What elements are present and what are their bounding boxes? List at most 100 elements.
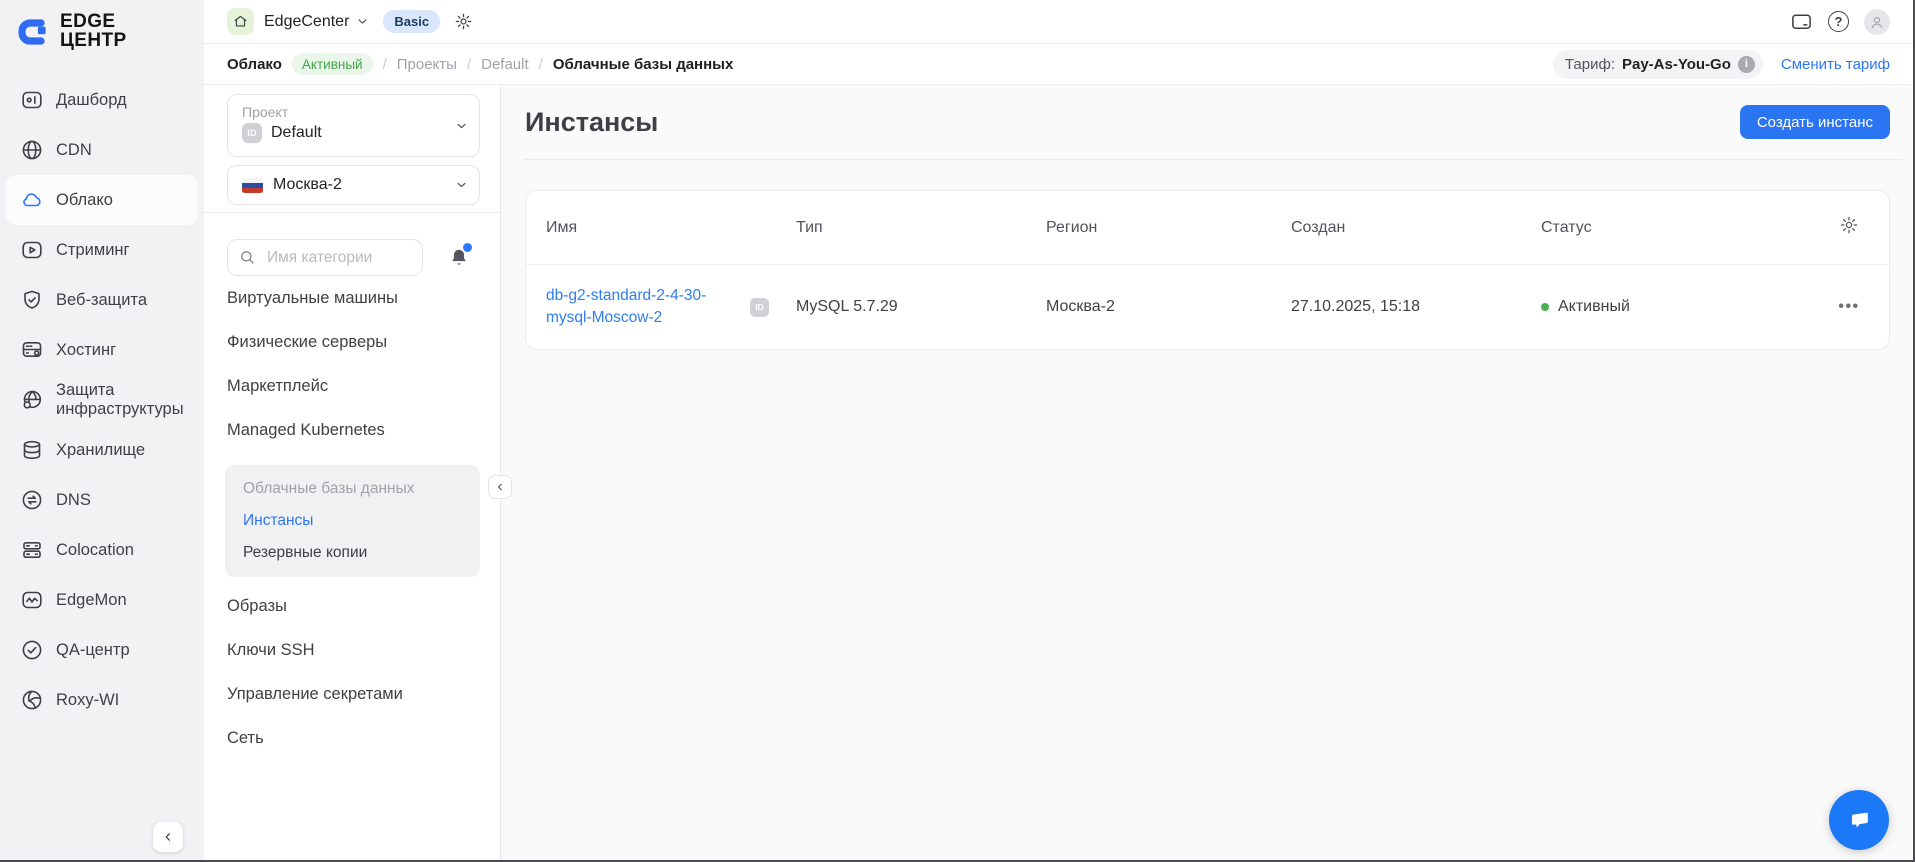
plan-badge[interactable]: Basic (383, 10, 440, 33)
app-window: EDGEЦЕНТР Дашборд CDN Облако Стриминг (0, 0, 1915, 862)
group-item-backups[interactable]: Резервные копии (243, 537, 480, 569)
brand-logo[interactable]: EDGEЦЕНТР (0, 0, 204, 51)
swirl-icon (20, 688, 44, 712)
table-settings-gear-icon[interactable] (1839, 215, 1859, 240)
instance-name-link[interactable]: db-g2-standard-2-4-30-mysql-Moscow-2 (546, 285, 736, 328)
region-select[interactable]: Москва-2 (227, 165, 480, 205)
category-bare-metal[interactable]: Физические серверы (227, 320, 500, 364)
instance-created: 27.10.2025, 15:18 (1291, 298, 1541, 316)
home-icon[interactable] (227, 8, 254, 35)
sidebar-item-roxy-wi[interactable]: Roxy-WI (6, 675, 198, 725)
play-icon (20, 238, 44, 262)
breadcrumb-separator: / (539, 56, 543, 73)
chevron-down-icon (454, 118, 469, 133)
main-content: Инстансы Создать инстанс Имя Тип Регион … (501, 85, 1915, 862)
project-select[interactable]: Проект ID Default (227, 94, 480, 157)
edgecenter-logo-icon (13, 13, 51, 51)
category-list: Виртуальные машины Физические серверы Ма… (227, 276, 500, 452)
column-status: Статус (1541, 219, 1825, 237)
breadcrumb-current: Облачные базы данных (553, 56, 734, 73)
dns-icon (20, 488, 44, 512)
globe-shield-icon (20, 388, 44, 412)
search-input[interactable] (265, 248, 412, 268)
racks-icon (20, 538, 44, 562)
topbar-right: ? (1790, 9, 1890, 35)
panel-divider (204, 212, 500, 213)
instance-type: MySQL 5.7.29 (796, 298, 1046, 316)
region-select-value: Москва-2 (273, 176, 342, 194)
brand-name: EDGEЦЕНТР (60, 13, 127, 50)
category-search[interactable] (227, 239, 423, 276)
monitor-wave-icon (20, 588, 44, 612)
globe-icon (20, 138, 44, 162)
tariff-area: Тариф: Pay-As-You-Go i Сменить тариф (1553, 50, 1890, 79)
sidebar-item-hosting[interactable]: Хостинг (6, 325, 198, 375)
billing-card-icon[interactable] (1790, 10, 1813, 33)
notification-dot (463, 243, 472, 252)
breadcrumb-separator: / (383, 56, 387, 73)
sidebar-item-cdn[interactable]: CDN (6, 125, 198, 175)
breadcrumb-projects[interactable]: Проекты (397, 56, 457, 73)
status-dot-icon (1541, 303, 1549, 311)
sidebar-item-edgemon[interactable]: EdgeMon (6, 575, 198, 625)
category-images[interactable]: Образы (227, 584, 500, 628)
sidebar-item-dashboard[interactable]: Дашборд (6, 75, 198, 125)
page-title: Инстансы (525, 107, 658, 138)
check-circle-icon (20, 638, 44, 662)
info-icon[interactable]: i (1738, 56, 1755, 73)
workspace-name[interactable]: EdgeCenter (264, 13, 349, 31)
sidebar-nav: Дашборд CDN Облако Стриминг Веб-защита Х… (0, 75, 204, 725)
chevron-down-icon (454, 178, 469, 193)
instances-table-card: Имя Тип Регион Создан Статус db-g2-stand… (525, 190, 1890, 350)
sidebar-item-infra-protection[interactable]: Защита инфраструктуры (6, 375, 198, 425)
group-item-instances[interactable]: Инстансы (243, 505, 480, 537)
category-secrets[interactable]: Управление секретами (227, 672, 500, 716)
category-network[interactable]: Сеть (227, 716, 500, 760)
sidebar-item-dns[interactable]: DNS (6, 475, 198, 525)
project-id-icon: ID (242, 123, 262, 143)
dashboard-icon (20, 88, 44, 112)
avatar[interactable] (1864, 9, 1890, 35)
chevron-down-icon[interactable] (355, 14, 370, 29)
database-icon (20, 438, 44, 462)
breadcrumb-bar: Облако Активный / Проекты / Default / Об… (204, 44, 1915, 85)
category-virtual-machines[interactable]: Виртуальные машины (227, 276, 500, 320)
tariff-pill: Тариф: Pay-As-You-Go i (1553, 50, 1763, 79)
cloud-panel-sidebar: Проект ID Default Москва-2 (204, 85, 501, 862)
category-search-row (227, 239, 480, 276)
sidebar-item-web-security[interactable]: Веб-защита (6, 275, 198, 325)
sidebar-item-cloud[interactable]: Облако (6, 175, 198, 225)
server-cloud-icon (20, 338, 44, 362)
sidebar-item-storage[interactable]: Хранилище (6, 425, 198, 475)
tariff-label: Тариф: (1565, 56, 1615, 73)
category-marketplace[interactable]: Маркетплейс (227, 364, 500, 408)
panel-collapse-button[interactable] (488, 475, 512, 499)
sidebar-item-qa-center[interactable]: QA-центр (6, 625, 198, 675)
help-icon[interactable]: ? (1828, 11, 1849, 32)
copy-id-icon[interactable]: ID (750, 298, 769, 317)
shield-check-icon (20, 288, 44, 312)
notifications-bell-icon[interactable] (447, 246, 471, 270)
group-item-cloud-databases[interactable]: Облачные базы данных (243, 473, 480, 505)
status-text: Активный (1558, 298, 1630, 316)
table-header: Имя Тип Регион Создан Статус (526, 191, 1889, 265)
status-badge: Активный (292, 53, 373, 75)
breadcrumb-section[interactable]: Облако (227, 56, 282, 73)
russia-flag-icon (242, 178, 263, 193)
create-instance-button[interactable]: Создать инстанс (1740, 105, 1890, 139)
category-managed-kubernetes[interactable]: Managed Kubernetes (227, 408, 500, 452)
cloud-icon (20, 188, 44, 212)
category-ssh-keys[interactable]: Ключи SSH (227, 628, 500, 672)
breadcrumb-default[interactable]: Default (481, 56, 529, 73)
workspace-column: EdgeCenter Basic ? Облако Активный / (204, 0, 1915, 862)
search-icon (238, 248, 257, 267)
sidebar-item-streaming[interactable]: Стриминг (6, 225, 198, 275)
instance-region: Москва-2 (1046, 298, 1291, 316)
chat-widget-button[interactable] (1829, 790, 1889, 850)
row-actions-menu-icon[interactable]: ••• (1838, 298, 1859, 316)
topbar: EdgeCenter Basic ? (204, 0, 1915, 44)
sidebar-collapse-button[interactable] (153, 822, 183, 852)
sidebar-item-colocation[interactable]: Colocation (6, 525, 198, 575)
change-tariff-link[interactable]: Сменить тариф (1781, 56, 1890, 73)
settings-gear-icon[interactable] (451, 10, 475, 34)
